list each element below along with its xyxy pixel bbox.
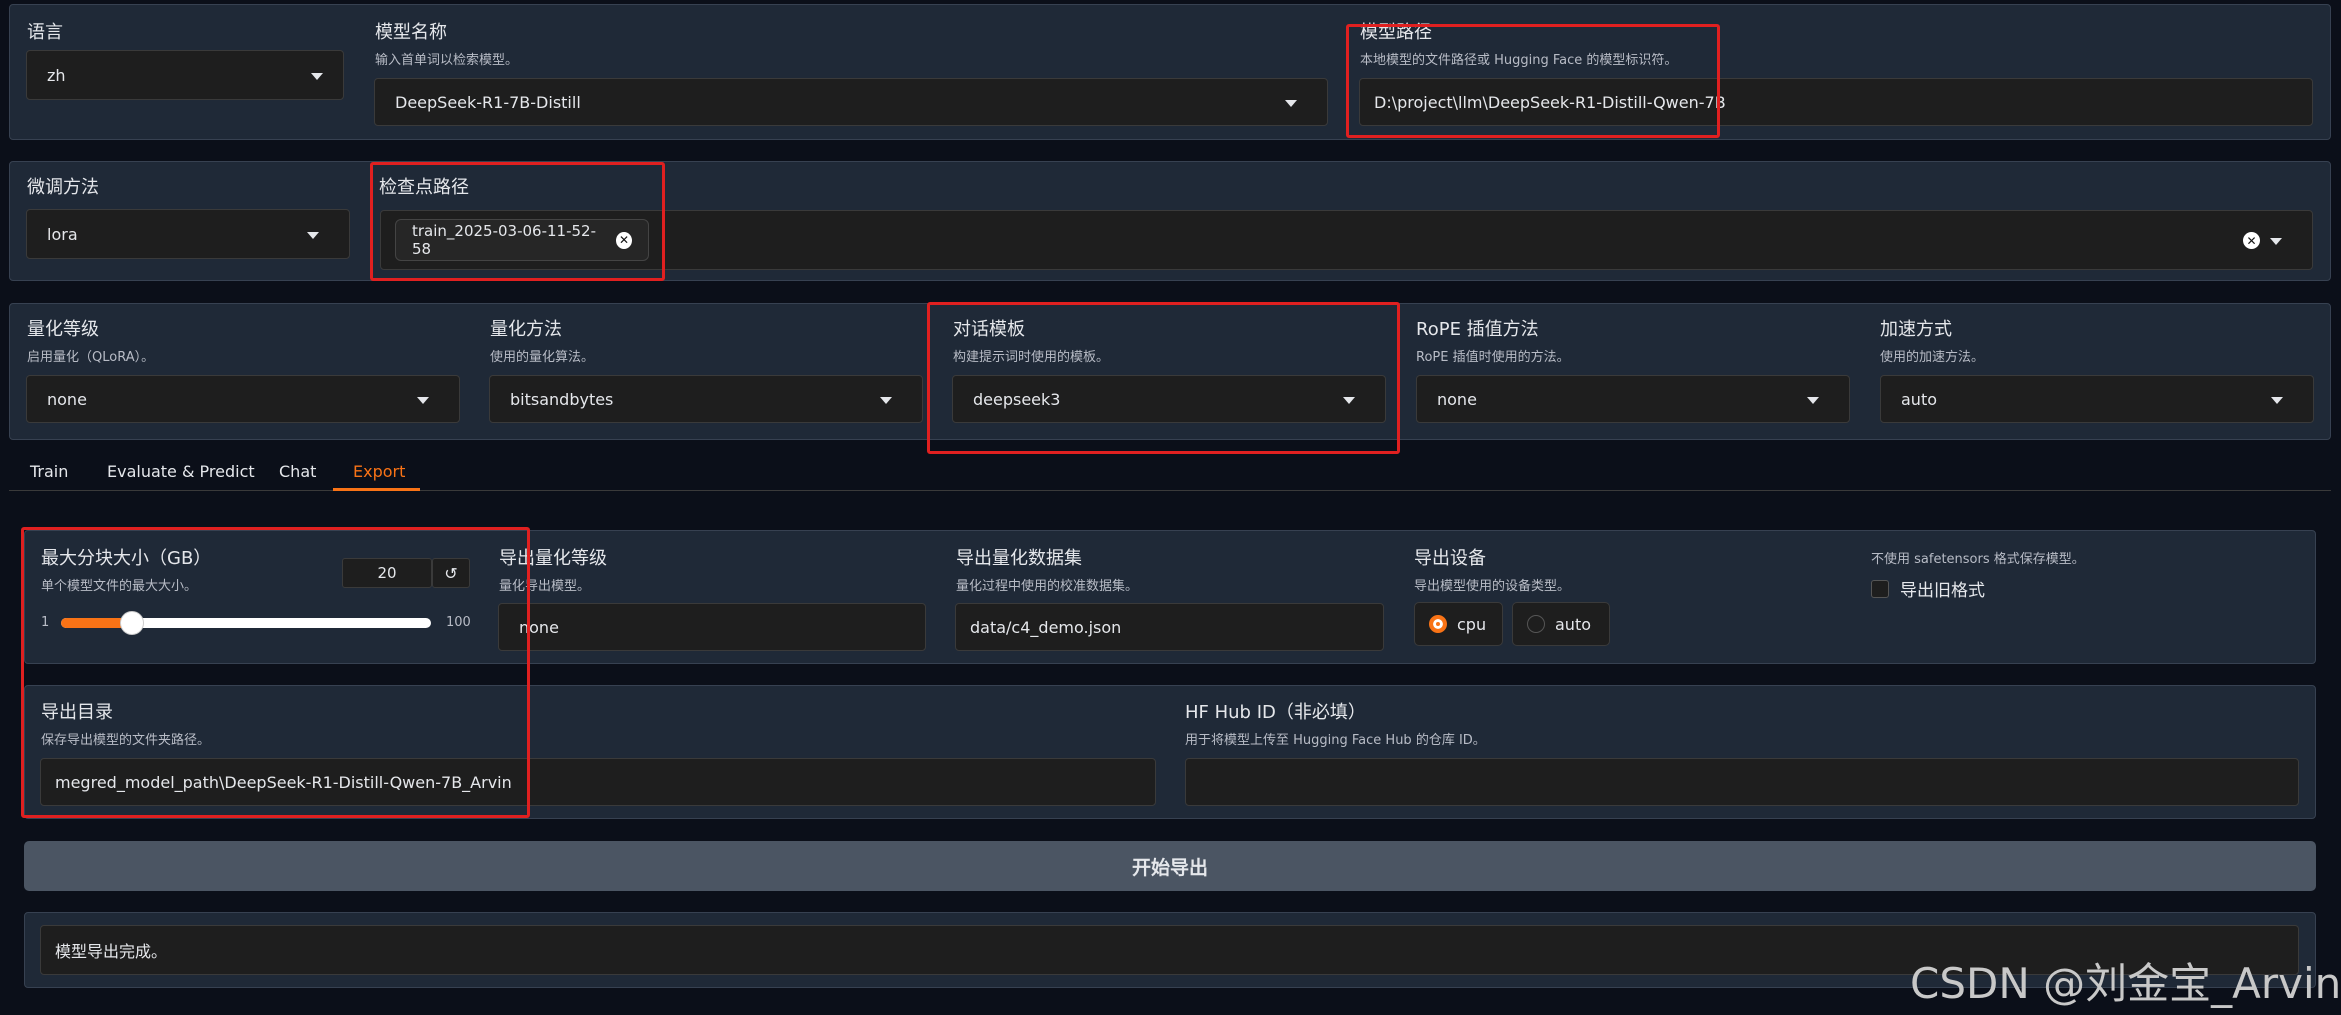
template-info: 构建提示词时使用的模板。: [953, 350, 1110, 365]
chevron-down-icon[interactable]: [2270, 238, 2282, 245]
tab-export[interactable]: Export: [353, 462, 405, 481]
language-select[interactable]: zh: [26, 50, 344, 100]
quant-bit-info: 启用量化（QLoRA）。: [27, 350, 155, 365]
csdn-watermark: CSDN @刘金宝_Arvin: [1910, 959, 2341, 1008]
rope-value: none: [1437, 389, 1477, 409]
model-name-info: 输入首单词以检索模型。: [375, 53, 519, 68]
chevron-down-icon: [1285, 100, 1297, 107]
clear-all-icon[interactable]: ✕: [2243, 232, 2260, 249]
chevron-down-icon: [307, 232, 319, 239]
rope-select[interactable]: none: [1416, 375, 1850, 423]
finetune-method-label: 微调方法: [27, 177, 99, 198]
export-quant-bit-input[interactable]: none: [498, 603, 926, 651]
tab-active-underline: [333, 488, 420, 491]
chevron-down-icon: [1807, 397, 1819, 404]
model-path-label: 模型路径: [1360, 22, 1432, 43]
max-shard-value: 20: [377, 564, 397, 582]
chevron-down-icon: [311, 73, 323, 80]
max-shard-min-label: 1: [41, 615, 50, 630]
finetune-method-select[interactable]: lora: [26, 209, 350, 259]
device-option-auto: auto: [1555, 614, 1592, 634]
close-circle-icon[interactable]: ✕: [616, 231, 632, 249]
model-path-info: 本地模型的文件路径或 Hugging Face 的模型标识符。: [1360, 53, 1678, 68]
model-name-value: DeepSeek-R1-7B-Distill: [395, 92, 581, 112]
export-dataset-value: data/c4_demo.json: [970, 617, 1122, 637]
quant-method-value: bitsandbytes: [510, 389, 614, 409]
model-name-label: 模型名称: [375, 22, 447, 43]
checkpoint-label: 检查点路径: [379, 177, 469, 198]
radio-checked-icon: [1429, 615, 1447, 633]
chevron-down-icon: [2271, 397, 2283, 404]
template-value: deepseek3: [973, 389, 1061, 409]
template-label: 对话模板: [953, 319, 1025, 340]
export-dir-value: megred_model_path\DeepSeek-R1-Distill-Qw…: [55, 772, 512, 792]
max-shard-number-input[interactable]: 20: [342, 558, 432, 588]
slider-thumb[interactable]: [120, 611, 145, 635]
hub-id-info: 用于将模型上传至 Hugging Face Hub 的仓库 ID。: [1185, 733, 1486, 748]
quant-bit-value: none: [47, 389, 87, 409]
quant-method-info: 使用的量化算法。: [490, 350, 595, 365]
export-dataset-label: 导出量化数据集: [956, 548, 1082, 569]
max-shard-max-label: 100: [446, 615, 471, 630]
device-radio-auto[interactable]: auto: [1512, 602, 1610, 646]
tab-chat[interactable]: Chat: [279, 462, 316, 481]
export-dir-input[interactable]: megred_model_path\DeepSeek-R1-Distill-Qw…: [40, 758, 1156, 806]
rope-info: RoPE 插值时使用的方法。: [1416, 350, 1570, 365]
reset-icon: ↺: [444, 563, 458, 583]
max-shard-label: 最大分块大小（GB）: [41, 548, 212, 569]
rope-label: RoPE 插值方法: [1416, 319, 1539, 340]
export-device-label: 导出设备: [1414, 548, 1486, 569]
tab-train[interactable]: Train: [30, 462, 68, 481]
export-quant-bit-value: none: [519, 617, 559, 637]
booster-info: 使用的加速方法。: [1880, 350, 1985, 365]
finetune-method-value: lora: [47, 224, 78, 244]
chevron-down-icon: [1343, 397, 1355, 404]
tab-evaluate-predict[interactable]: Evaluate & Predict: [107, 462, 255, 481]
model-path-value: D:\project\llm\DeepSeek-R1-Distill-Qwen-…: [1374, 92, 1726, 112]
export-dir-label: 导出目录: [41, 702, 113, 723]
template-select[interactable]: deepseek3: [952, 375, 1386, 423]
language-value: zh: [47, 65, 66, 85]
checkpoint-chip-label: train_2025-03-06-11-52-58: [412, 222, 596, 258]
checkpoint-chip[interactable]: train_2025-03-06-11-52-58 ✕: [395, 219, 649, 261]
export-dir-info: 保存导出模型的文件夹路径。: [41, 733, 211, 748]
chevron-down-icon: [417, 397, 429, 404]
export-dataset-input[interactable]: data/c4_demo.json: [955, 603, 1384, 651]
quant-bit-label: 量化等级: [27, 319, 99, 340]
export-legacy-info: 不使用 safetensors 格式保存模型。: [1871, 552, 2085, 567]
chevron-down-icon: [880, 397, 892, 404]
reset-button[interactable]: ↺: [432, 558, 470, 588]
model-path-input[interactable]: D:\project\llm\DeepSeek-R1-Distill-Qwen-…: [1359, 78, 2313, 126]
export-legacy-label[interactable]: 导出旧格式: [1900, 576, 1985, 601]
export-quant-bit-label: 导出量化等级: [499, 548, 607, 569]
export-device-info: 导出模型使用的设备类型。: [1414, 579, 1571, 594]
hub-id-label: HF Hub ID（非必填）: [1185, 702, 1366, 723]
quant-bit-select[interactable]: none: [26, 375, 460, 423]
checkpoint-multiselect[interactable]: ✕: [380, 210, 2313, 270]
quant-method-label: 量化方法: [490, 319, 562, 340]
model-name-select[interactable]: DeepSeek-R1-7B-Distill: [374, 78, 1328, 126]
legacy-checkbox[interactable]: [1871, 580, 1889, 598]
output-text: 模型导出完成。: [55, 942, 168, 961]
export-dataset-info: 量化过程中使用的校准数据集。: [956, 579, 1139, 594]
device-radio-cpu[interactable]: cpu: [1414, 602, 1503, 646]
start-export-button[interactable]: 开始导出: [24, 841, 2316, 891]
radio-unchecked-icon: [1527, 615, 1545, 633]
booster-select[interactable]: auto: [1880, 375, 2314, 423]
quant-method-select[interactable]: bitsandbytes: [489, 375, 923, 423]
language-label: 语言: [27, 22, 63, 43]
booster-value: auto: [1901, 389, 1938, 409]
export-quant-bit-info: 量化导出模型。: [499, 579, 591, 594]
max-shard-info: 单个模型文件的最大大小。: [41, 579, 198, 594]
booster-label: 加速方式: [1880, 319, 1952, 340]
device-option-cpu: cpu: [1457, 614, 1487, 634]
max-shard-slider[interactable]: [61, 611, 431, 635]
hub-id-input[interactable]: [1185, 758, 2299, 806]
